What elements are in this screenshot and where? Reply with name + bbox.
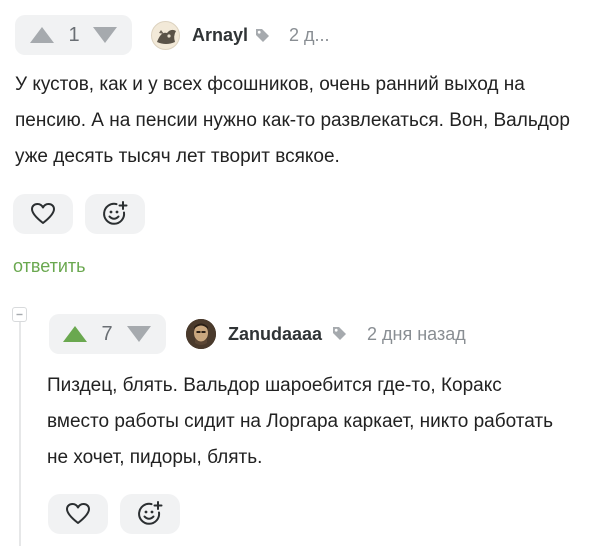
avatar-image	[186, 319, 216, 349]
tag-icon[interactable]	[331, 325, 347, 341]
comment-time: 2 д...	[289, 25, 330, 45]
tag-icon[interactable]	[254, 27, 270, 43]
rating-value: 1	[68, 24, 80, 46]
like-button[interactable]	[48, 494, 108, 534]
avatar-image	[157, 29, 176, 44]
reply-link[interactable]: ответить	[13, 256, 86, 277]
emoji-add-icon	[103, 201, 128, 225]
comment-text: Пиздец, блять. Вальдор шароебится где-то…	[47, 375, 553, 468]
comment-rating: 7	[49, 314, 166, 354]
author-name[interactable]: Arnayl	[192, 25, 248, 46]
avatar[interactable]	[186, 319, 216, 349]
comment-rating: 1	[15, 15, 132, 55]
arrow-down-icon[interactable]	[126, 325, 152, 343]
comment-2: 7 Zanudaaaa 2 дня назад Пиздец, блять. В…	[0, 290, 589, 546]
add-reaction-button[interactable]	[120, 494, 180, 534]
emoji-add-icon	[138, 501, 163, 525]
add-reaction-button[interactable]	[85, 194, 145, 234]
comment-text: У кустов, как и у всех фсошников, очень …	[15, 74, 570, 167]
rating-value: 7	[101, 323, 113, 345]
like-button[interactable]	[13, 194, 73, 234]
heart-icon	[66, 503, 90, 524]
heart-icon	[31, 203, 55, 224]
arrow-up-icon[interactable]	[29, 26, 55, 44]
arrow-up-icon[interactable]	[62, 325, 88, 343]
author-name[interactable]: Zanudaaaa	[228, 324, 322, 345]
comment-time: 2 дня назад	[367, 324, 466, 344]
comment-1: 1 Arnayl 2 д... У кустов, как и у всех ф…	[0, 0, 589, 290]
avatar[interactable]	[151, 21, 180, 50]
arrow-down-icon[interactable]	[92, 26, 118, 44]
